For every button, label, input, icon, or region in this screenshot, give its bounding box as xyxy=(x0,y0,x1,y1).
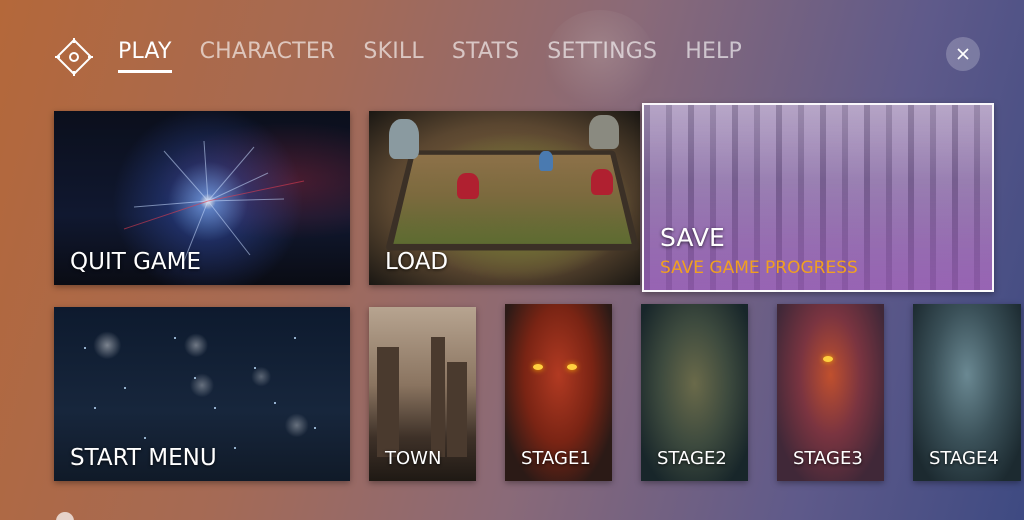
blue-unit-art xyxy=(539,151,553,171)
close-button[interactable] xyxy=(946,37,980,71)
red-unit-art xyxy=(457,173,479,199)
start-menu-card[interactable]: START MENU xyxy=(54,307,350,481)
building-art xyxy=(431,337,445,457)
red-unit-art xyxy=(591,169,613,195)
tab-stats[interactable]: STATS xyxy=(452,39,519,73)
tab-settings[interactable]: SETTINGS xyxy=(547,39,657,73)
load-card[interactable]: LOAD xyxy=(369,111,640,285)
diamond-compass-icon[interactable] xyxy=(54,37,94,77)
tab-bar: PLAY CHARACTER SKILL STATS SETTINGS HELP xyxy=(118,39,770,73)
close-icon xyxy=(957,48,969,60)
stage2-card[interactable]: STAGE2 xyxy=(641,304,748,481)
start-menu-label: START MENU xyxy=(70,445,217,471)
save-subtitle: SAVE GAME PROGRESS xyxy=(660,258,858,278)
quit-game-card[interactable]: QUIT GAME xyxy=(54,111,350,285)
monster-eye-art xyxy=(567,364,577,370)
monster-eye-art xyxy=(533,364,543,370)
top-navigation: PLAY CHARACTER SKILL STATS SETTINGS HELP xyxy=(52,33,982,77)
save-card[interactable]: SAVE SAVE GAME PROGRESS xyxy=(642,103,994,292)
stage1-card[interactable]: STAGE1 xyxy=(505,304,612,481)
stage2-label: STAGE2 xyxy=(657,448,727,469)
currency-icon xyxy=(56,512,74,520)
town-card[interactable]: TOWN xyxy=(369,307,476,481)
monster-eye-art xyxy=(823,356,833,362)
building-art xyxy=(447,362,467,457)
tab-play[interactable]: PLAY xyxy=(118,39,172,73)
town-label: TOWN xyxy=(385,448,442,469)
statue-art xyxy=(389,119,419,159)
tab-skill[interactable]: SKILL xyxy=(363,39,423,73)
game-board-art xyxy=(385,150,640,251)
tab-character[interactable]: CHARACTER xyxy=(200,39,336,73)
stage1-label: STAGE1 xyxy=(521,448,591,469)
building-art xyxy=(377,347,399,457)
statue-art xyxy=(589,115,619,149)
stage4-card[interactable]: STAGE4 xyxy=(913,304,1021,481)
tab-help[interactable]: HELP xyxy=(685,39,742,73)
load-label: LOAD xyxy=(385,249,449,275)
quit-game-label: QUIT GAME xyxy=(70,249,202,275)
stage3-label: STAGE3 xyxy=(793,448,863,469)
stage4-label: STAGE4 xyxy=(929,448,999,469)
stage3-card[interactable]: STAGE3 xyxy=(777,304,884,481)
save-label: SAVE xyxy=(660,223,725,252)
